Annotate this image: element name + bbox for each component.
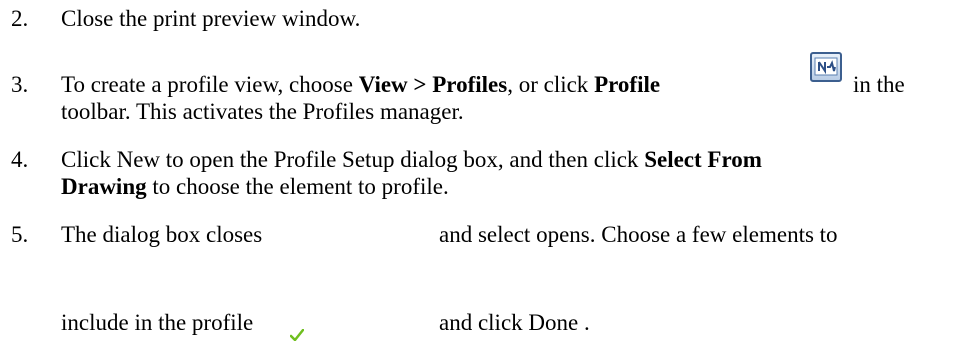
step-text: The dialog box closes bbox=[61, 222, 263, 247]
step-number: 2. bbox=[11, 6, 29, 31]
step-text: include in the profile bbox=[61, 310, 254, 335]
green-checkmark-icon[interactable] bbox=[289, 321, 305, 342]
profile-view-icon[interactable] bbox=[810, 52, 842, 82]
step-text-continued: and select opens. Choose a few elements … bbox=[439, 222, 838, 247]
step-number: 5. bbox=[11, 222, 29, 247]
step-text: To create a profile view, choose View > … bbox=[61, 72, 661, 97]
select-from-drawing-command: Select From bbox=[644, 147, 762, 172]
profile-command: Profile bbox=[594, 72, 661, 97]
step-text-continued: and click Done . bbox=[439, 310, 590, 335]
step-text: Close the print preview window. bbox=[61, 6, 361, 31]
step-text-tail: in the bbox=[853, 72, 905, 97]
step-text: Click New to open the Profile Setup dial… bbox=[61, 147, 762, 172]
menu-path: View > Profiles bbox=[358, 72, 508, 97]
step-text: Drawing to choose the element to profile… bbox=[61, 174, 449, 199]
drawing-command: Drawing bbox=[61, 174, 147, 199]
step-number: 3. bbox=[11, 72, 29, 97]
step-text: toolbar. This activates the Profiles man… bbox=[61, 99, 464, 124]
step-number: 4. bbox=[11, 147, 29, 172]
